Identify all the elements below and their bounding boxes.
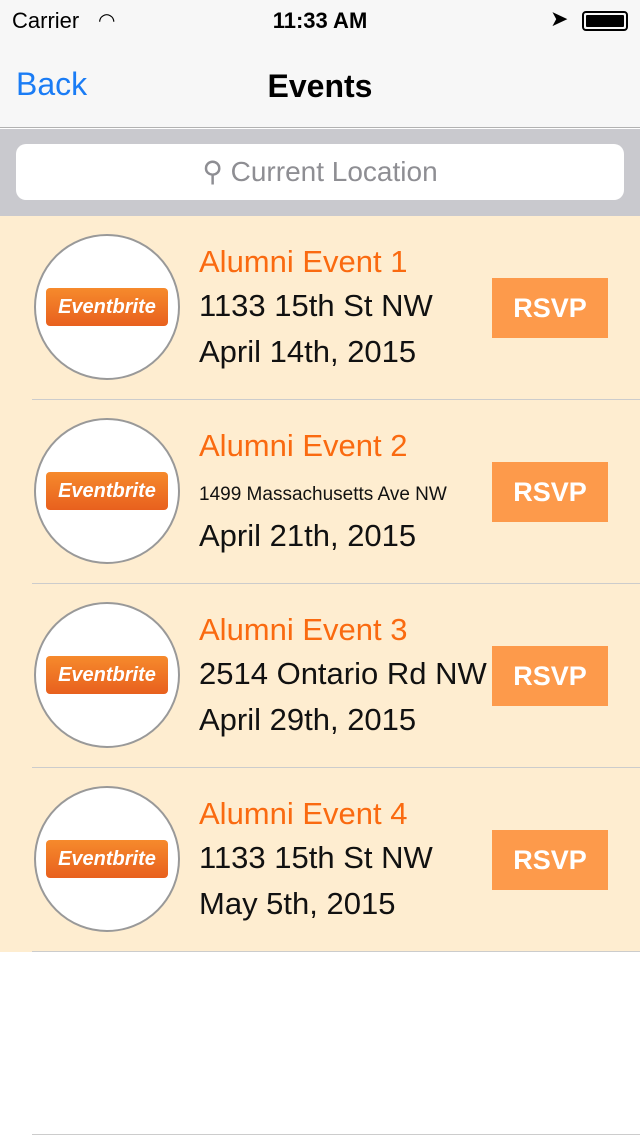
- event-address: 2514 Ontario Rd NW: [199, 656, 487, 691]
- event-logo: Eventbrite: [34, 234, 180, 380]
- eventbrite-logo: Eventbrite: [46, 472, 168, 510]
- event-row[interactable]: Eventbrite Alumni Event 2 1499 Massachus…: [0, 400, 640, 584]
- event-address: 1133 15th St NW: [199, 840, 433, 875]
- event-logo: Eventbrite: [34, 786, 180, 932]
- rsvp-button[interactable]: RSVP: [492, 646, 608, 706]
- event-row[interactable]: Eventbrite Alumni Event 4 1133 15th St N…: [0, 768, 640, 952]
- event-date: April 14th, 2015: [199, 334, 417, 369]
- eventbrite-logo: Eventbrite: [46, 656, 168, 694]
- battery-icon: [582, 11, 628, 31]
- event-address: 1133 15th St NW: [199, 288, 433, 323]
- event-name: Alumni Event 3: [199, 612, 408, 647]
- search-input[interactable]: ⚲ Current Location: [16, 144, 624, 200]
- location-arrow-icon: ➤: [550, 6, 569, 31]
- event-name: Alumni Event 1: [199, 244, 408, 279]
- status-bar: Carrier ◠ 11:33 AM ➤: [0, 0, 640, 40]
- eventbrite-logo: Eventbrite: [46, 288, 168, 326]
- rsvp-button[interactable]: RSVP: [492, 462, 608, 522]
- event-logo: Eventbrite: [34, 602, 180, 748]
- event-address: 1499 Massachusetts Ave NW: [199, 484, 447, 505]
- eventbrite-logo: Eventbrite: [46, 840, 168, 878]
- search-bar: ⚲ Current Location: [0, 129, 640, 216]
- event-date: May 5th, 2015: [199, 886, 396, 921]
- status-time: 11:33 AM: [272, 8, 368, 33]
- event-name: Alumni Event 4: [199, 796, 408, 831]
- divider: [32, 1134, 640, 1135]
- page-title: Events: [267, 68, 373, 104]
- event-row[interactable]: Eventbrite Alumni Event 3 2514 Ontario R…: [0, 584, 640, 768]
- event-logo: Eventbrite: [34, 418, 180, 564]
- rsvp-button[interactable]: RSVP: [492, 278, 608, 338]
- event-date: April 29th, 2015: [199, 702, 417, 737]
- search-icon: ⚲: [202, 156, 231, 187]
- event-name: Alumni Event 2: [199, 428, 408, 463]
- event-date: April 21th, 2015: [199, 518, 417, 553]
- event-row[interactable]: Eventbrite Alumni Event 1 1133 15th St N…: [0, 216, 640, 400]
- rsvp-button[interactable]: RSVP: [492, 830, 608, 890]
- search-placeholder: Current Location: [230, 156, 438, 187]
- navigation-bar: Back Events: [0, 40, 640, 128]
